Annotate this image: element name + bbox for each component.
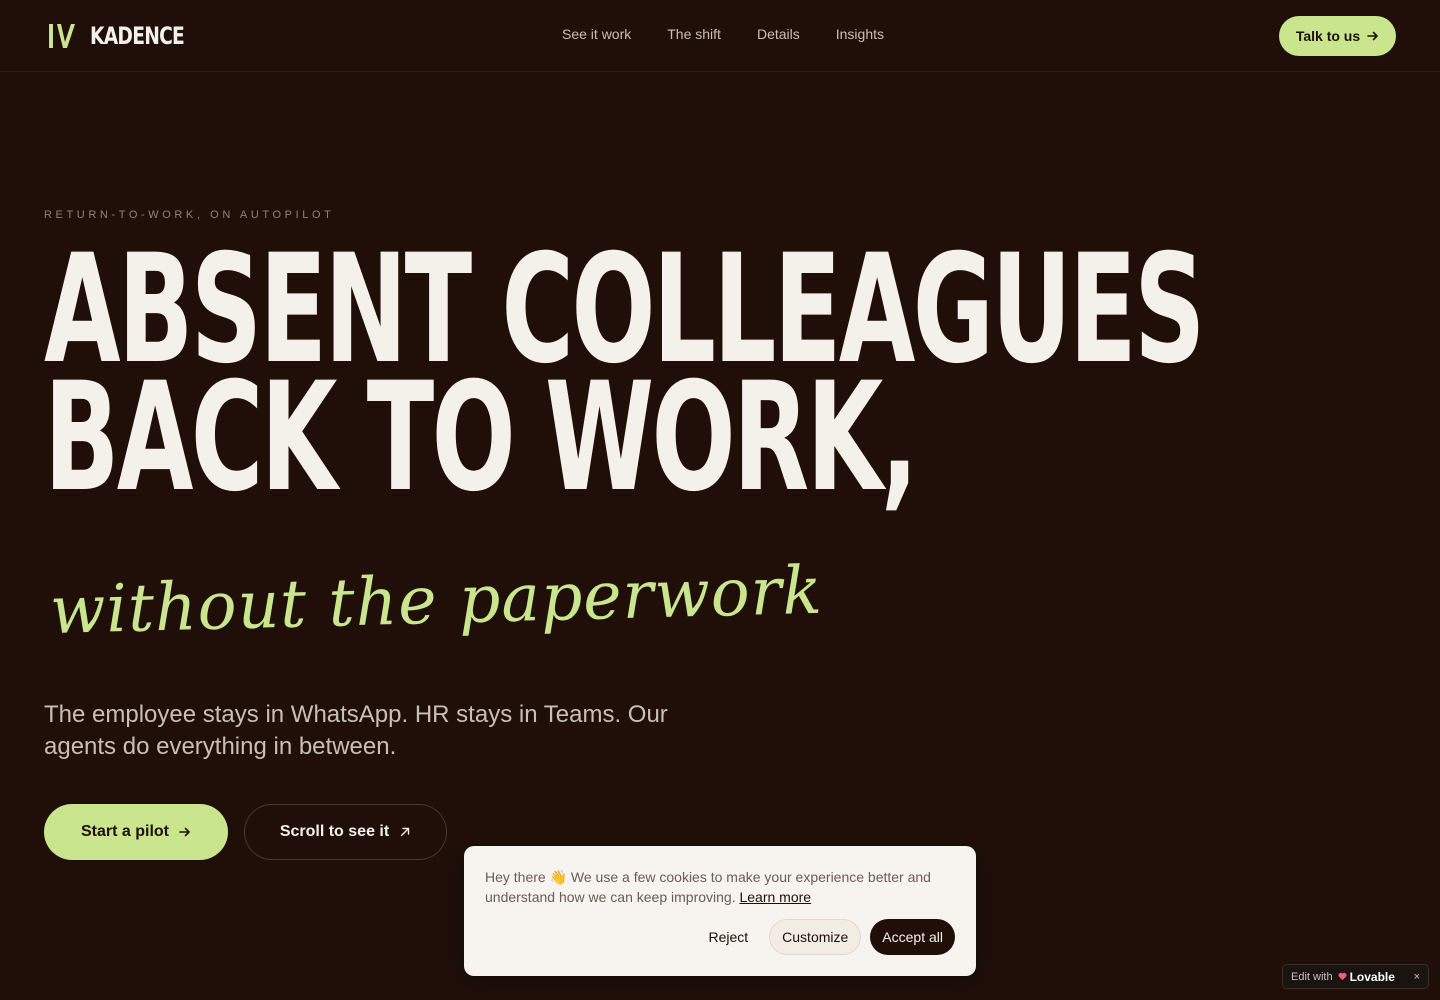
customize-cookies-button[interactable]: Customize: [769, 919, 862, 955]
lovable-brand: Lovable: [1338, 970, 1395, 984]
accept-all-cookies-button[interactable]: Accept all: [870, 919, 955, 955]
lovable-brand-label: Lovable: [1349, 969, 1395, 984]
nav-item-insights[interactable]: Insights: [836, 26, 884, 42]
cookie-message: Hey there 👋 We use a few cookies to make…: [485, 867, 955, 907]
arrow-right-icon: [1367, 31, 1378, 41]
talk-to-us-button[interactable]: Talk to us: [1279, 16, 1396, 56]
nav-item-see-it-work[interactable]: See it work: [562, 26, 631, 42]
hero-eyebrow: RETURN-TO-WORK, ON AUTOPILOT: [44, 209, 335, 221]
close-icon[interactable]: ×: [1414, 971, 1420, 983]
logo-mark-icon: [49, 24, 75, 48]
nav-item-details[interactable]: Details: [757, 26, 800, 42]
logo[interactable]: KADENCE: [46, 20, 211, 52]
hero-script-line: without the paperwork: [48, 551, 824, 649]
badge-prefix: Edit with: [1291, 970, 1333, 983]
wave-icon: 👋: [549, 869, 568, 885]
cookie-actions: Reject Customize Accept all: [696, 919, 955, 955]
scroll-to-see-button[interactable]: Scroll to see it: [244, 804, 447, 860]
site-header: KADENCE See it work The shift Details In…: [0, 0, 1440, 72]
cookie-greeting: Hey there: [485, 869, 546, 885]
nav-item-the-shift[interactable]: The shift: [667, 26, 721, 42]
learn-more-link[interactable]: Learn more: [739, 889, 811, 905]
hero-headline: ABSENT COLLEAGUES BACK TO WORK,: [44, 235, 1205, 525]
reject-cookies-button[interactable]: Reject: [696, 919, 760, 955]
scroll-to-see-label: Scroll to see it: [279, 823, 390, 840]
main-nav: See it work The shift Details Insights: [562, 26, 884, 42]
arrow-right-icon: [179, 827, 190, 837]
heart-icon: [1338, 972, 1347, 981]
cookie-banner: Hey there 👋 We use a few cookies to make…: [464, 846, 976, 976]
start-pilot-label: Start a pilot: [80, 823, 169, 840]
headline-line-2: BACK TO WORK,: [44, 351, 918, 525]
start-pilot-button[interactable]: Start a pilot: [44, 804, 228, 860]
logo-wordmark: KADENCE: [90, 22, 185, 50]
arrow-up-right-icon: [400, 827, 410, 837]
edit-with-lovable-badge[interactable]: Edit with Lovable ×: [1282, 964, 1429, 989]
hero-subtext: The employee stays in WhatsApp. HR stays…: [44, 701, 668, 760]
talk-to-us-label: Talk to us: [1295, 28, 1361, 44]
